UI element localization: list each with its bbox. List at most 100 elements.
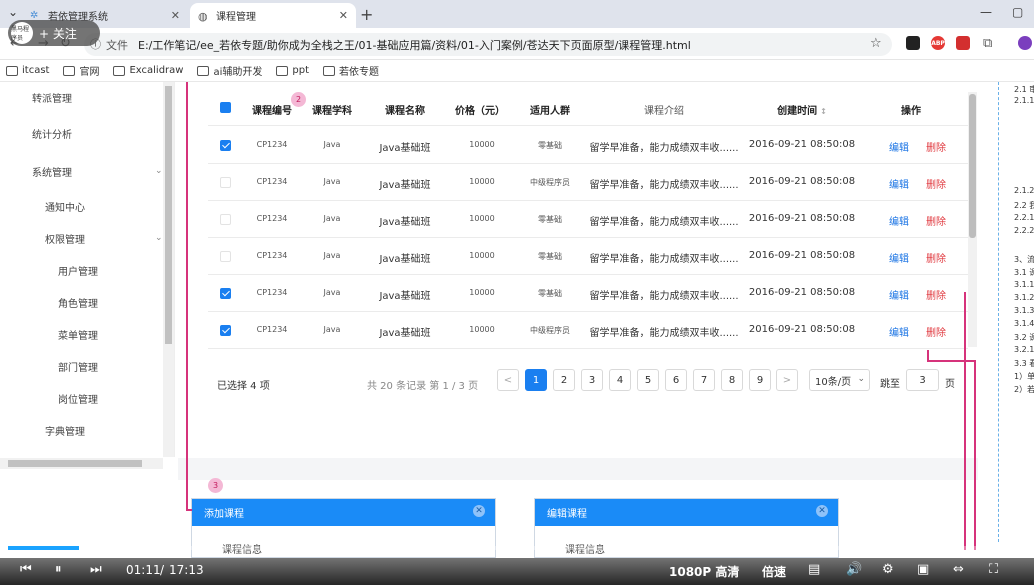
next-page-button[interactable]: > bbox=[776, 369, 798, 391]
page-button[interactable]: 2 bbox=[553, 369, 575, 391]
page-button[interactable]: 4 bbox=[609, 369, 631, 391]
bookmark-item[interactable]: ai辅助开发 bbox=[197, 63, 262, 78]
edit-link[interactable]: 编辑 bbox=[889, 176, 909, 191]
cell-price: 10000 bbox=[469, 325, 495, 334]
edit-link[interactable]: 编辑 bbox=[889, 139, 909, 154]
row-checkbox[interactable] bbox=[220, 177, 231, 188]
adblock-icon[interactable]: ABP bbox=[931, 36, 945, 50]
picture-in-picture-icon[interactable]: ▣ bbox=[917, 562, 929, 577]
delete-link[interactable]: 删除 bbox=[926, 287, 946, 302]
page-button[interactable]: 8 bbox=[721, 369, 743, 391]
delete-link[interactable]: 删除 bbox=[926, 139, 946, 154]
widescreen-icon[interactable]: ⇔ bbox=[953, 562, 964, 577]
video-progress-bar[interactable] bbox=[8, 546, 1026, 550]
pdf-extension-icon[interactable] bbox=[956, 36, 970, 50]
bookmark-star-icon[interactable]: ☆ bbox=[870, 36, 882, 51]
row-checkbox[interactable] bbox=[220, 214, 231, 225]
sidebar-item-menu[interactable]: 菜单管理 bbox=[58, 327, 98, 342]
sidebar-vertical-scrollbar[interactable] bbox=[163, 82, 174, 457]
edit-link[interactable]: 编辑 bbox=[889, 287, 909, 302]
url-field[interactable]: 文件 E:/工作笔记/ee_若依专题/助你成为全栈之王/01-基础应用篇/资料/… bbox=[84, 33, 892, 56]
bookmark-label: 若依专题 bbox=[339, 67, 380, 78]
edit-link[interactable]: 编辑 bbox=[889, 250, 909, 265]
bookmark-item[interactable]: Excalidraw bbox=[113, 65, 183, 76]
row-checkbox[interactable] bbox=[220, 325, 231, 336]
puzzle-icon[interactable]: ⧉ bbox=[983, 36, 992, 51]
volume-icon[interactable]: 🔊 bbox=[846, 562, 862, 577]
close-icon[interactable]: ✕ bbox=[473, 505, 485, 517]
edit-link[interactable]: 编辑 bbox=[889, 213, 909, 228]
scrollbar-thumb[interactable] bbox=[8, 460, 142, 467]
delete-link[interactable]: 删除 bbox=[926, 213, 946, 228]
cell-created: 2016-09-21 08:50:08 bbox=[748, 250, 856, 261]
page-button[interactable]: 7 bbox=[693, 369, 715, 391]
sidebar-item-transfer[interactable]: 转派管理 bbox=[32, 90, 72, 105]
table-vertical-scrollbar[interactable] bbox=[968, 92, 977, 347]
folder-icon bbox=[276, 65, 289, 76]
sidebar-horizontal-scrollbar[interactable] bbox=[0, 458, 163, 469]
scrollbar-thumb[interactable] bbox=[165, 86, 172, 344]
close-icon[interactable]: ✕ bbox=[339, 9, 348, 22]
extension-icon[interactable] bbox=[906, 36, 920, 50]
bookmark-item[interactable]: itcast bbox=[6, 65, 49, 76]
annotation-line bbox=[186, 82, 188, 510]
jump-page-input[interactable]: 3 bbox=[906, 369, 939, 391]
page-button[interactable]: 5 bbox=[637, 369, 659, 391]
bookmark-item[interactable]: ppt bbox=[276, 65, 309, 76]
delete-link[interactable]: 删除 bbox=[926, 250, 946, 265]
guide-line bbox=[998, 82, 999, 542]
column-header-created[interactable]: 创建时间 ↕ bbox=[777, 102, 827, 117]
address-bar: ← → ↻ 文件 E:/工作笔记/ee_若依专题/助你成为全栈之王/01-基础应… bbox=[0, 28, 1034, 60]
sidebar-item-system[interactable]: 系统管理 bbox=[32, 164, 72, 179]
row-checkbox[interactable] bbox=[220, 288, 231, 299]
table-header: 课程编号 课程学科 课程名称 价格（元） 适用人群 课程介绍 创建时间 ↕ 操作 bbox=[208, 90, 968, 126]
cell-name: Java基础班 bbox=[379, 143, 431, 154]
delete-link[interactable]: 删除 bbox=[926, 324, 946, 339]
bookmark-item[interactable]: 官网 bbox=[63, 63, 99, 78]
page-button[interactable]: 1 bbox=[525, 369, 547, 391]
sidebar-item-statistics[interactable]: 统计分析 bbox=[32, 126, 72, 141]
prev-page-button[interactable]: < bbox=[497, 369, 519, 391]
new-tab-icon[interactable]: + bbox=[360, 5, 373, 24]
select-all-checkbox[interactable] bbox=[220, 102, 231, 113]
sidebar-item-role[interactable]: 角色管理 bbox=[58, 295, 98, 310]
profile-avatar[interactable] bbox=[1018, 36, 1032, 50]
sidebar-item-user[interactable]: 用户管理 bbox=[58, 263, 98, 278]
jump-unit: 页 bbox=[945, 379, 955, 390]
sidebar-item-notice[interactable]: 通知中心 bbox=[45, 199, 85, 214]
maximize-icon[interactable]: ▢ bbox=[1012, 5, 1023, 19]
fullscreen-icon[interactable]: ⛶ bbox=[989, 562, 998, 577]
settings-gear-icon[interactable]: ⚙ bbox=[882, 562, 894, 577]
follow-button[interactable]: 黑马程序员 + 关注 bbox=[8, 20, 100, 46]
delete-link[interactable]: 删除 bbox=[926, 176, 946, 191]
cell-audience: 中级程序员 bbox=[530, 326, 570, 335]
row-checkbox[interactable] bbox=[220, 251, 231, 262]
danmaku-off-icon[interactable]: ▤ bbox=[808, 562, 820, 577]
edit-link[interactable]: 编辑 bbox=[889, 324, 909, 339]
page-button[interactable]: 3 bbox=[581, 369, 603, 391]
next-icon[interactable]: ⏭ bbox=[90, 562, 102, 577]
pause-icon[interactable]: ⏸ bbox=[55, 562, 62, 577]
sidebar-item-dict[interactable]: 字典管理 bbox=[45, 423, 85, 438]
outline-item: 3.1 课 bbox=[1014, 268, 1034, 277]
page-button[interactable]: 6 bbox=[665, 369, 687, 391]
tab-course-management[interactable]: ◍ 课程管理 ✕ bbox=[190, 3, 356, 28]
tab-search-icon[interactable]: ⌄ bbox=[8, 5, 18, 19]
page-size-select[interactable]: 10条/页 ⌄ bbox=[809, 369, 870, 391]
sidebar-item-dept[interactable]: 部门管理 bbox=[58, 359, 98, 374]
annotation-badge: 2 bbox=[291, 92, 306, 107]
minimize-icon[interactable]: — bbox=[980, 5, 992, 19]
sidebar-item-post[interactable]: 岗位管理 bbox=[58, 391, 98, 406]
page-button[interactable]: 9 bbox=[749, 369, 771, 391]
row-checkbox[interactable] bbox=[220, 140, 231, 151]
close-icon[interactable]: ✕ bbox=[816, 505, 828, 517]
bookmark-item[interactable]: 若依专题 bbox=[323, 63, 379, 78]
quality-button[interactable]: 1080P 高清 bbox=[669, 563, 739, 580]
speed-button[interactable]: 倍速 bbox=[762, 563, 786, 580]
previous-icon[interactable]: ⏮ bbox=[20, 562, 32, 577]
sidebar-item-permission[interactable]: 权限管理 bbox=[45, 231, 85, 246]
scrollbar-thumb[interactable] bbox=[969, 94, 976, 238]
close-icon[interactable]: ✕ bbox=[171, 9, 180, 22]
globe-icon: ◍ bbox=[198, 9, 208, 23]
cell-audience: 零基础 bbox=[538, 252, 562, 261]
